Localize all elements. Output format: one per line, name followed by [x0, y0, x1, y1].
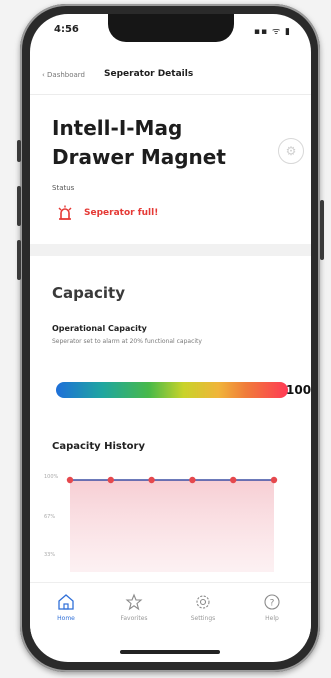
capacity-card: Capacity Operational Capacity Seperator … [40, 266, 311, 576]
capacity-history-title: Capacity History [52, 441, 145, 452]
history-point[interactable] [230, 476, 237, 484]
volume-up-button [17, 186, 21, 226]
history-point[interactable] [66, 476, 74, 484]
back-link[interactable]: ‹ Dashboard [42, 71, 85, 79]
tab-label: Settings [190, 615, 216, 622]
alert-message: Seperator full! [84, 208, 159, 218]
capacity-history-chart: 100% 67% 33% [40, 466, 304, 576]
silent-switch [17, 140, 21, 162]
tab-home[interactable]: Home [36, 593, 96, 622]
tab-label: Favorites [120, 615, 148, 622]
home-indicator [120, 650, 220, 654]
alarm-icon [58, 205, 72, 220]
gear-icon [196, 595, 210, 609]
operational-capacity-title: Operational Capacity [52, 324, 147, 333]
app-screen: 4:56 ▪▪ ᯤ ▮ ‹ Dashboard Seperator Detail… [30, 14, 311, 662]
history-point[interactable] [148, 476, 155, 484]
history-point[interactable] [270, 476, 278, 484]
star-icon [125, 593, 143, 611]
history-point[interactable] [107, 476, 115, 484]
history-plot [66, 476, 278, 572]
svg-text:?: ? [270, 599, 275, 609]
tab-help[interactable]: ? Help [242, 593, 302, 622]
status-label: Status [52, 184, 75, 192]
history-point[interactable] [189, 476, 196, 484]
tab-label: Home [57, 615, 75, 622]
tab-bar: Home Favorites Settings ? Help [30, 582, 311, 639]
nav-title: Seperator Details [104, 69, 194, 79]
capacity-heading: Capacity [52, 284, 125, 302]
power-button [320, 200, 324, 260]
operational-capacity-desc: Seperator set to alarm at 20% functional… [52, 338, 202, 345]
capacity-percent: 100% [286, 383, 311, 397]
capacity-bar [56, 382, 288, 398]
section-divider [30, 244, 311, 256]
status-time: 4:56 [54, 24, 79, 35]
home-icon [58, 594, 74, 610]
tab-settings[interactable]: Settings [173, 593, 233, 622]
status-bar: 4:56 ▪▪ ᯤ ▮ [30, 24, 311, 44]
nav-bar: ‹ Dashboard Seperator Details [30, 54, 311, 95]
tab-label: Help [265, 615, 279, 622]
history-area [70, 480, 274, 572]
tab-favorites[interactable]: Favorites [104, 593, 164, 622]
help-icon: ? [264, 594, 280, 610]
volume-down-button [17, 240, 21, 280]
device-title: Intell-I-Mag Drawer Magnet [52, 116, 226, 169]
device-settings-icon[interactable]: ⚙ [278, 138, 304, 164]
status-icons: ▪▪ ᯤ ▮ [253, 27, 291, 37]
